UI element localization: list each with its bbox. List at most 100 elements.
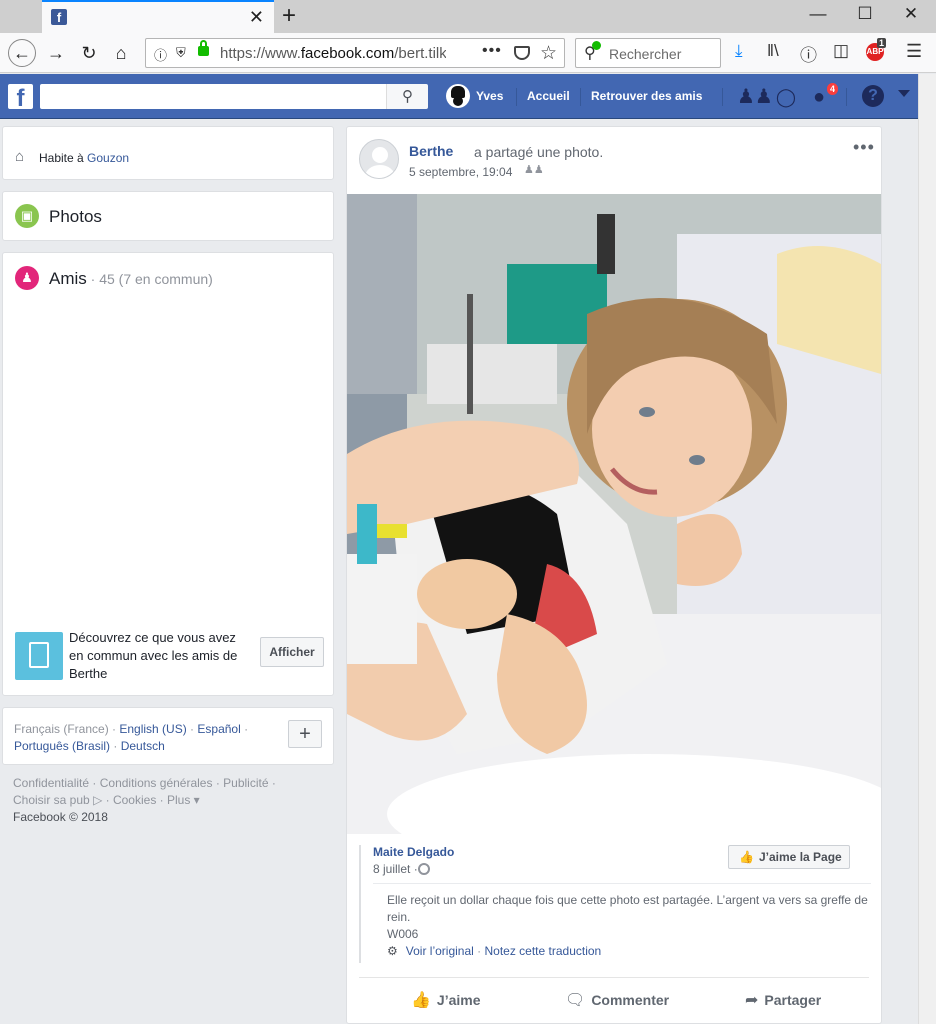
nav-divider xyxy=(722,88,723,106)
footer-link[interactable]: Plus xyxy=(167,793,190,807)
help-icon[interactable]: ? xyxy=(862,85,884,107)
notification-count-badge: 4 xyxy=(826,82,840,96)
language-link[interactable]: Deutsch xyxy=(121,739,165,753)
page-actions-icon[interactable]: ••• xyxy=(482,42,502,60)
source-page-name[interactable]: Maite Delgado xyxy=(373,845,454,859)
discover-text: Découvrez ce que vous avez en commun ave… xyxy=(69,630,238,681)
find-friends-link[interactable]: Retrouver des amis xyxy=(591,89,702,103)
language-link[interactable]: Português (Brasil) xyxy=(14,739,110,753)
more-languages-button[interactable]: + xyxy=(288,720,322,748)
share-button[interactable]: ➦ Partager xyxy=(745,990,821,1010)
page-scrollbar[interactable] xyxy=(918,74,936,1024)
tracking-shield-icon[interactable]: ⛨ xyxy=(176,45,186,61)
current-language: Français (France) xyxy=(14,722,109,736)
photos-icon: ▣ xyxy=(15,204,39,228)
bookmark-star-icon[interactable]: ☆ xyxy=(540,42,557,65)
facebook-favicon-icon: f xyxy=(51,9,67,25)
sidebar-icon[interactable]: ◫ xyxy=(833,41,849,61)
translation-controls: ⚙ Voir l’original · Notez cette traductio… xyxy=(387,944,602,958)
sync-icon[interactable]: ⓘ xyxy=(800,41,817,66)
post-author[interactable]: Berthe xyxy=(409,143,453,159)
user-avatar[interactable] xyxy=(446,84,470,108)
search-placeholder: Rechercher xyxy=(609,46,682,62)
back-arrow-icon[interactable]: ← xyxy=(8,39,36,67)
lives-in-city-link[interactable]: Gouzon xyxy=(87,151,129,165)
gear-icon[interactable]: ⚙ xyxy=(387,944,398,958)
friends-card: ♟ Amis · 45 (7 en commun) Découvrez ce q… xyxy=(2,252,334,696)
browser-tab[interactable]: f ✕ xyxy=(42,0,274,34)
language-card: Français (France) · English (US) · Españ… xyxy=(2,707,334,765)
footer-link[interactable]: Cookies xyxy=(113,793,156,807)
comment-bubble-icon: 🗨 xyxy=(565,992,586,1009)
browser-search-box[interactable]: ⚲ Rechercher xyxy=(575,38,721,68)
audience-friends-icon[interactable]: ♟♟ xyxy=(524,163,544,176)
profile-link[interactable]: Yves xyxy=(476,89,503,103)
footer-link[interactable]: Publicité xyxy=(223,776,268,790)
downloads-icon[interactable]: ⤓ xyxy=(735,41,743,61)
friend-requests-icon[interactable]: ♟♟ xyxy=(737,84,773,110)
shared-photo[interactable] xyxy=(347,194,881,834)
source-date[interactable]: 8 juillet · xyxy=(373,862,418,876)
public-globe-icon xyxy=(418,863,430,875)
adchoices-icon: ▷ xyxy=(93,793,103,807)
forward-arrow-icon[interactable]: → xyxy=(42,39,70,67)
url-text[interactable]: https://www.facebook.com/bert.tilk xyxy=(220,45,446,62)
contact-card-icon xyxy=(15,632,63,680)
pocket-icon[interactable] xyxy=(514,46,530,60)
discover-box: Découvrez ce que vous avez en commun ave… xyxy=(3,616,333,696)
photos-card[interactable]: ▣ Photos xyxy=(2,191,334,241)
browser-navbar: ← → ↻ ⌂ ⓘ ⛨ https://www.facebook.com/ber… xyxy=(0,33,936,73)
messenger-icon[interactable]: ◯ xyxy=(773,84,799,110)
close-window-button[interactable]: ✕ xyxy=(888,4,934,24)
like-button[interactable]: 👍 J’aime xyxy=(411,990,481,1010)
search-icon[interactable]: ⚲ xyxy=(386,84,428,109)
post-action-text: a partagé une photo. xyxy=(474,144,604,160)
nav-divider xyxy=(516,88,517,106)
like-page-button[interactable]: 👍 J’aime la Page xyxy=(728,845,850,869)
footer-link[interactable]: Choisir sa pub xyxy=(13,793,90,807)
adblock-count-badge: 1 xyxy=(877,38,887,48)
rate-translation-link[interactable]: Notez cette traduction xyxy=(484,944,601,958)
shared-source-block: Maite Delgado 8 juillet · 👍 J’aime la Pag… xyxy=(359,845,871,963)
thumbs-up-icon: 👍 xyxy=(411,992,431,1009)
home-icon[interactable]: ⌂ xyxy=(107,39,135,67)
friends-title[interactable]: Amis · 45 (7 en commun) xyxy=(49,269,213,289)
thumbs-up-icon: 👍 xyxy=(739,850,754,864)
facebook-topbar: f ⚲ Yves Accueil Retrouver des amis ♟♟ ◯… xyxy=(0,74,918,119)
facebook-logo-icon[interactable]: f xyxy=(8,84,33,109)
language-list: Français (France) · English (US) · Españ… xyxy=(14,722,249,753)
new-tab-button[interactable]: + xyxy=(282,2,296,30)
menu-hamburger-icon[interactable]: ☰ xyxy=(906,41,922,62)
friends-count: · 45 (7 en commun) xyxy=(86,271,213,287)
page-footer: Confidentialité · Conditions générales ·… xyxy=(13,776,276,824)
url-bar[interactable]: ⓘ ⛨ https://www.facebook.com/bert.tilk •… xyxy=(145,38,565,68)
comment-button[interactable]: 🗨 Commenter xyxy=(565,990,669,1010)
translated-caption: Elle reçoit un dollar chaque fois que ce… xyxy=(387,892,871,943)
account-dropdown-icon[interactable] xyxy=(898,90,910,97)
post-actions-bar: 👍 J’aime 🗨 Commenter ➦ Partager xyxy=(359,977,869,1023)
post-timestamp[interactable]: 5 septembre, 19:04 xyxy=(409,165,512,179)
post-card: Berthe a partagé une photo. 5 septembre,… xyxy=(346,126,882,1024)
language-link[interactable]: English (US) xyxy=(119,722,186,736)
tab-close-icon[interactable]: ✕ xyxy=(249,7,264,28)
library-icon[interactable]: ‖\ xyxy=(767,41,779,61)
footer-link[interactable]: Confidentialité xyxy=(13,776,89,790)
see-original-link[interactable]: Voir l’original xyxy=(406,944,474,958)
author-avatar[interactable] xyxy=(359,139,399,179)
show-common-friends-button[interactable]: Afficher xyxy=(260,637,324,667)
info-icon[interactable]: ⓘ xyxy=(154,45,167,64)
nav-divider xyxy=(580,88,581,106)
language-link[interactable]: Español xyxy=(197,722,240,736)
photos-title[interactable]: Photos xyxy=(49,207,102,227)
minimize-button[interactable]: — xyxy=(795,4,841,24)
home-link[interactable]: Accueil xyxy=(527,89,570,103)
maximize-button[interactable]: ☐ xyxy=(842,4,888,24)
post-options-icon[interactable]: ••• xyxy=(853,137,875,158)
facebook-search-input[interactable] xyxy=(40,84,386,109)
reload-icon[interactable]: ↻ xyxy=(75,39,103,67)
copyright: Facebook © 2018 xyxy=(13,810,108,824)
secure-lock-icon[interactable] xyxy=(198,40,209,56)
intro-card: ⌂ Habite à Gouzon xyxy=(2,126,334,180)
share-arrow-icon: ➦ xyxy=(745,992,759,1009)
footer-link[interactable]: Conditions générales xyxy=(100,776,213,790)
